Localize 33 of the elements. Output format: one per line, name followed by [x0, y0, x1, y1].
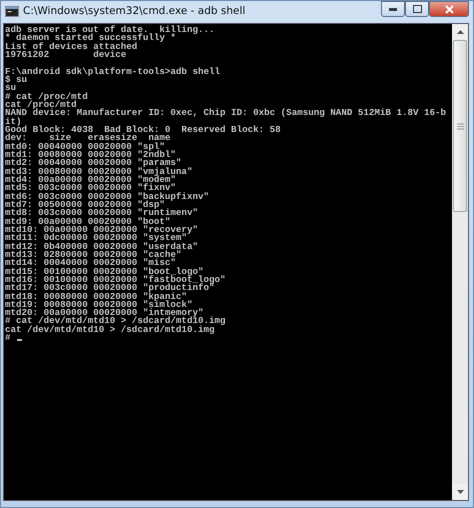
console-line: mtd8: 003c0000 00020000 "runtimenv" — [5, 207, 198, 218]
console-line: cat /proc/mtd — [5, 98, 77, 110]
console-line: mtd11: 0dc00000 00020000 "system" — [5, 232, 187, 244]
down-arrow-icon — [456, 490, 464, 494]
console-line: mtd2: 00040000 00020000 "params" — [5, 157, 182, 168]
window-title: C:\Windows\system32\cmd.exe - adb shell — [23, 5, 246, 17]
console-line: mtd14: 00040000 00020000 "misc" — [5, 257, 176, 268]
console-line: $ su — [5, 74, 28, 85]
scrollbar[interactable] — [452, 24, 468, 500]
console-line: 19761202 device — [5, 48, 126, 60]
up-arrow-icon — [456, 30, 464, 34]
scroll-thumb[interactable] — [453, 40, 467, 212]
console-icon — [5, 6, 19, 16]
console-line: # — [5, 332, 11, 344]
console-line: * daemon started successfully * — [5, 32, 176, 44]
console-line: mtd4: 00a00000 00020000 "modem" — [5, 174, 176, 185]
close-button[interactable] — [429, 1, 469, 17]
scroll-up-button[interactable] — [452, 24, 468, 40]
console-line: su — [5, 82, 16, 94]
close-icon — [444, 4, 454, 14]
console-line: mtd17: 003c0000 00020000 "productinfo" — [5, 282, 215, 294]
maximize-button[interactable] — [405, 1, 429, 17]
console-line: dev: size erasesize name — [5, 132, 170, 144]
minimize-button[interactable] — [381, 1, 405, 17]
scroll-down-button[interactable] — [452, 484, 468, 500]
minimize-icon — [389, 8, 397, 10]
console-line: NAND device: Manufacturer ID: 0xec, Chip ID: 0xbc (Samsung NAND 512MiB 1.8V 16-b — [5, 107, 446, 118]
grip-icon — [456, 122, 464, 130]
maximize-icon — [412, 5, 422, 13]
console-line: cat /dev/mtd/mtd10 > /sdcard/mtd10.img — [5, 324, 215, 335]
console-line: mtd18: 00080000 00020000 "kpanic" — [5, 290, 187, 302]
console-line: # cat /dev/mtd/mtd10 > /sdcard/mtd10.img — [5, 315, 226, 326]
console-line: mtd5: 003c0000 00020000 "fixnv" — [5, 182, 176, 194]
